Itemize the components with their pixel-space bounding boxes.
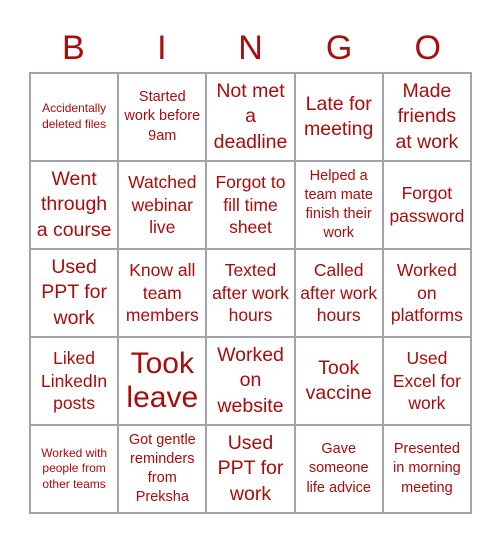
bingo-cell[interactable]: Used Excel for work [383, 338, 470, 424]
header-letter-n: N [238, 29, 263, 67]
bingo-cell[interactable]: Made friends at work [383, 74, 470, 160]
header-letter-b: B [61, 29, 85, 67]
bingo-cell[interactable]: Took leave [119, 338, 206, 424]
bingo-card-grid: Accidentally deleted files Started work … [29, 72, 472, 514]
header-letter-i: I [157, 29, 167, 67]
bingo-cell[interactable]: Forgot password [383, 162, 470, 248]
bingo-cell[interactable]: Helped a team mate finish their work [295, 162, 382, 248]
bingo-cell[interactable]: Worked on website [207, 338, 294, 424]
bingo-cell[interactable]: Gave someone life advice [295, 426, 382, 512]
bingo-cell[interactable]: Took vaccine [295, 338, 382, 424]
bingo-cell[interactable]: Watched webinar live [119, 162, 206, 248]
bingo-cell[interactable]: Forgot to fill time sheet [207, 162, 294, 248]
bingo-cell[interactable]: Worked with people from other teams [31, 426, 118, 512]
header-letter-o: O [414, 29, 441, 67]
bingo-cell[interactable]: Liked LinkedIn posts [31, 338, 118, 424]
bingo-header: B I N G O [29, 24, 472, 72]
bingo-cell[interactable]: Used PPT for work [207, 426, 294, 512]
bingo-cell[interactable]: Got gentle reminders from Preksha [119, 426, 206, 512]
bingo-cell[interactable]: Used PPT for work [31, 250, 118, 336]
bingo-cell[interactable]: Texted after work hours [207, 250, 294, 336]
bingo-cell[interactable]: Presented in morning meeting [383, 426, 470, 512]
bingo-cell[interactable]: Know all team members [119, 250, 206, 336]
bingo-cell[interactable]: Called after work hours [295, 250, 382, 336]
bingo-cell[interactable]: Accidentally deleted files [31, 74, 118, 160]
bingo-cell[interactable]: Worked on platforms [383, 250, 470, 336]
bingo-cell[interactable]: Went through a course [31, 162, 118, 248]
header-letter-g: G [325, 29, 353, 67]
bingo-cell[interactable]: Started work before 9am [119, 74, 206, 160]
bingo-cell[interactable]: Not met a deadline [207, 74, 294, 160]
bingo-cell[interactable]: Late for meeting [295, 74, 382, 160]
